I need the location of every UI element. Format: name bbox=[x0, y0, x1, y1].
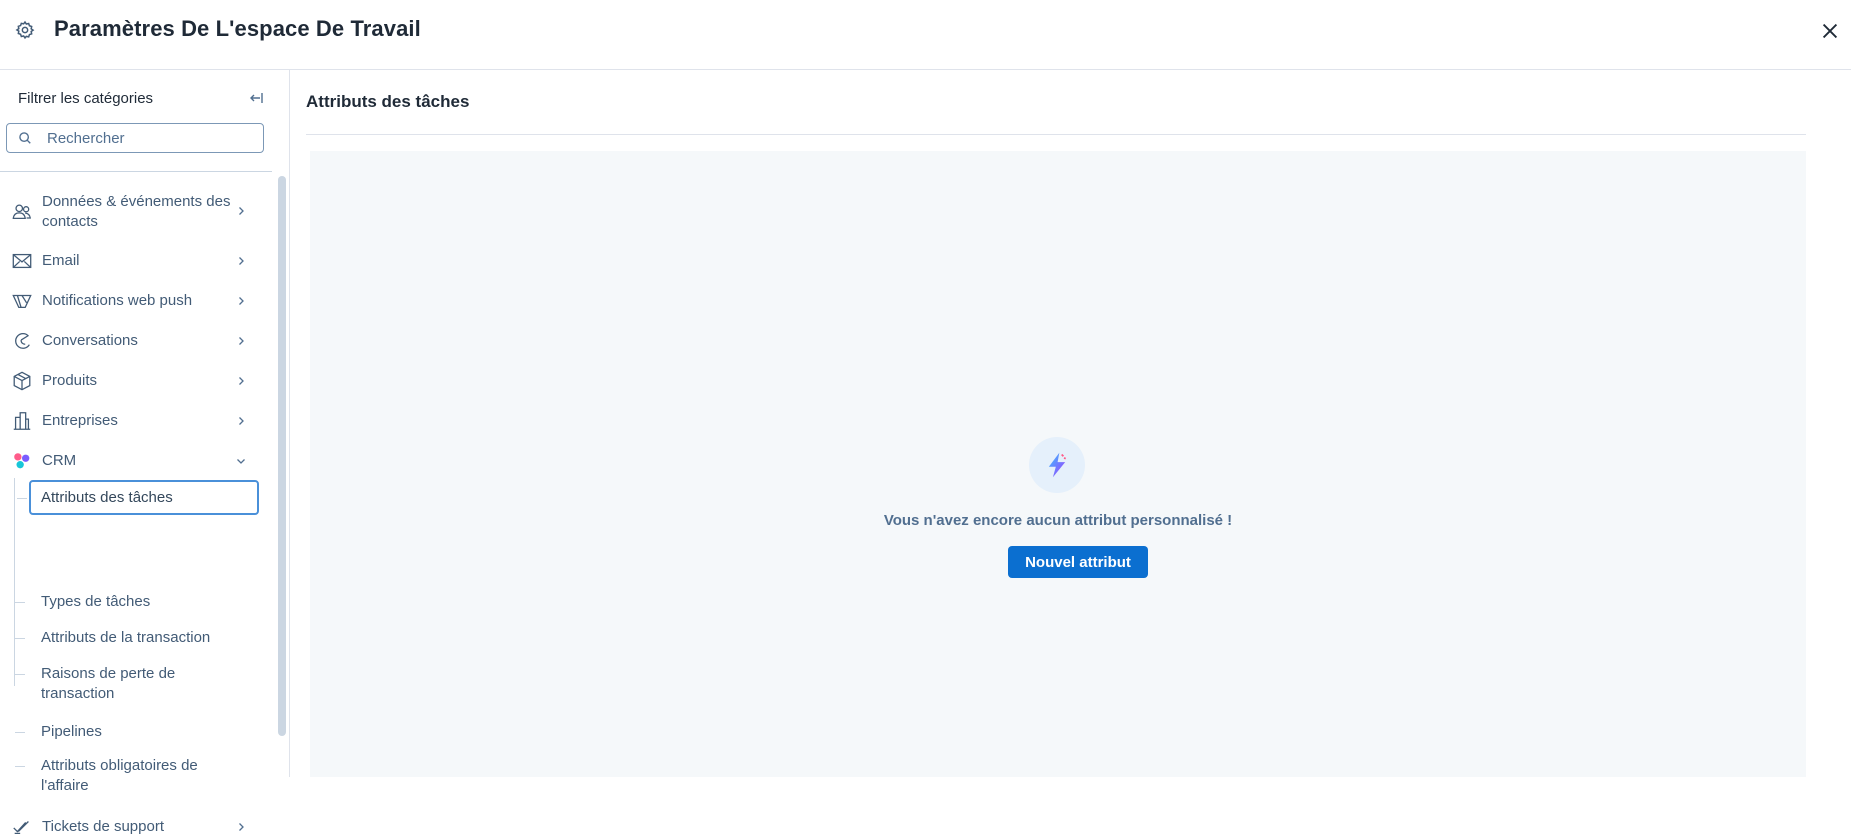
sidebar-subitem-required-attributes[interactable]: Attributs obligatoires de l'affaire bbox=[15, 756, 259, 800]
sidebar-scrollbar[interactable] bbox=[278, 176, 286, 736]
products-icon bbox=[13, 371, 31, 391]
chevron-right-icon bbox=[239, 337, 244, 345]
conversations-icon bbox=[15, 332, 30, 349]
empty-state-message: Vous n'avez encore aucun attribut person… bbox=[883, 512, 1233, 529]
sidebar-subitem-transaction-attributes[interactable]: Attributs de la transaction bbox=[15, 628, 259, 654]
filter-categories-label: Filtrer les catégories bbox=[18, 90, 154, 107]
chevron-right-icon bbox=[239, 377, 244, 385]
sidebar-item-label: Données & événements des bbox=[42, 193, 231, 210]
chevron-down-icon bbox=[237, 459, 245, 464]
tree-connector bbox=[14, 478, 15, 686]
collapse-sidebar-icon[interactable] bbox=[249, 90, 265, 106]
web-push-icon bbox=[12, 294, 32, 309]
tickets-icon bbox=[13, 821, 29, 835]
sidebar-subitem-label: Attributs des tâches bbox=[41, 489, 173, 506]
sidebar-subitem-label: Types de tâches bbox=[41, 593, 151, 610]
search-icon bbox=[19, 132, 31, 144]
chevron-right-icon bbox=[239, 417, 244, 425]
settings-header: Paramètres De L'espace De Travail bbox=[0, 0, 1851, 70]
sidebar-subitem-label: l'affaire bbox=[41, 777, 89, 794]
section-separator bbox=[306, 134, 1806, 135]
chevron-right-icon bbox=[239, 297, 244, 305]
sidebar-subitem-label: Attributs de la transaction bbox=[41, 629, 211, 646]
empty-state-illustration bbox=[1029, 437, 1085, 493]
sidebar-item-label: contacts bbox=[42, 213, 98, 230]
sidebar-item-label: Conversations bbox=[42, 332, 138, 349]
new-attribute-button[interactable]: Nouvel attribut bbox=[1008, 546, 1148, 578]
sidebar-item-web-push[interactable]: Notifications web push bbox=[0, 288, 260, 314]
search-input[interactable] bbox=[47, 127, 257, 149]
main-content: Attributs des tâches Vous n'avez encore … bbox=[290, 70, 1851, 777]
empty-state-panel: Vous n'avez encore aucun attribut person… bbox=[310, 151, 1806, 777]
sidebar-subitem-label: Pipelines bbox=[41, 723, 102, 740]
sidebar-item-crm[interactable]: CRM bbox=[0, 448, 260, 474]
sidebar-separator bbox=[0, 171, 272, 172]
sidebar-subitem-label: Raisons de perte de bbox=[41, 665, 176, 682]
sidebar-subitem-label: Attributs obligatoires de bbox=[41, 757, 198, 774]
sidebar-item-label: Tickets de support bbox=[42, 818, 164, 835]
chevron-right-icon bbox=[239, 207, 244, 215]
contacts-icon bbox=[12, 204, 31, 220]
sidebar-item-products[interactable]: Produits bbox=[0, 368, 260, 394]
sidebar-item-label: Entreprises bbox=[42, 412, 118, 429]
sidebar-item-label: Notifications web push bbox=[42, 292, 193, 309]
gear-icon bbox=[15, 20, 35, 40]
sidebar-item-label: CRM bbox=[42, 452, 77, 469]
sidebar-subitem-label: transaction bbox=[41, 685, 115, 702]
sidebar-item-label: Email bbox=[42, 252, 80, 269]
sidebar-item-support-tickets[interactable]: Tickets de support bbox=[0, 814, 260, 840]
sidebar-item-label: Produits bbox=[42, 372, 98, 389]
sidebar-subitem-task-attributes[interactable]: Attributs des tâches bbox=[17, 480, 259, 515]
crm-icon bbox=[14, 453, 30, 469]
sidebar-subitem-pipelines[interactable]: Pipelines bbox=[15, 722, 259, 748]
page-title: Paramètres De L'espace De Travail bbox=[54, 16, 421, 41]
lightning-icon bbox=[1048, 452, 1067, 478]
sidebar: Filtrer les catégories Données & événeme… bbox=[0, 70, 290, 835]
sidebar-item-contacts-data-events[interactable]: Données & événements des contacts bbox=[0, 190, 260, 232]
chevron-right-icon bbox=[239, 823, 244, 831]
sidebar-subitem-task-types[interactable]: Types de tâches bbox=[15, 592, 259, 618]
companies-icon bbox=[13, 412, 31, 430]
search-box bbox=[6, 123, 264, 153]
sidebar-item-conversations[interactable]: Conversations bbox=[0, 328, 260, 354]
close-icon[interactable] bbox=[1819, 20, 1841, 42]
sidebar-subitem-loss-reasons[interactable]: Raisons de perte de transaction bbox=[15, 664, 259, 708]
email-icon bbox=[12, 253, 32, 269]
sidebar-item-companies[interactable]: Entreprises bbox=[0, 408, 260, 434]
section-title: Attributs des tâches bbox=[306, 92, 470, 111]
chevron-right-icon bbox=[239, 257, 244, 265]
sidebar-item-email[interactable]: Email bbox=[0, 248, 260, 274]
